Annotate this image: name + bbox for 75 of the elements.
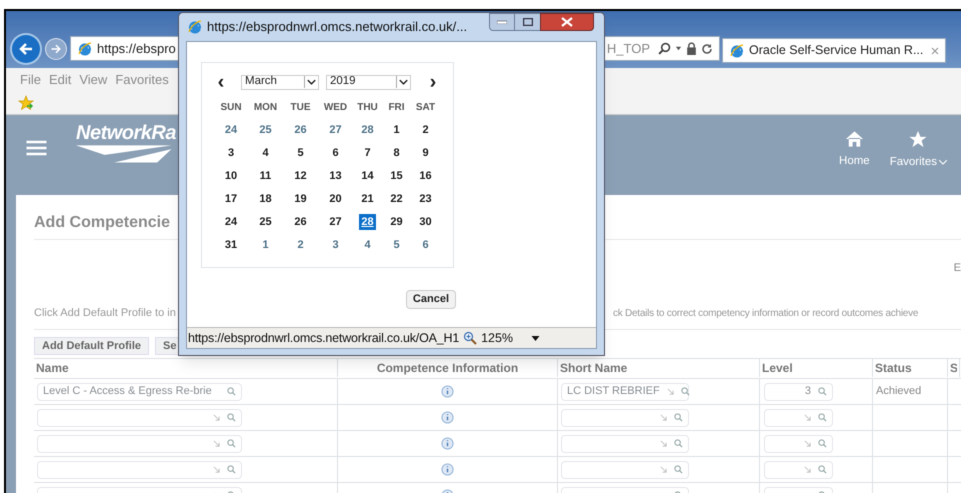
calendar-day[interactable]: 24 bbox=[222, 122, 240, 138]
column-header: Level bbox=[762, 360, 793, 377]
calendar-day[interactable]: 1 bbox=[260, 236, 271, 252]
toolbar-button[interactable]: Add Default Profile bbox=[34, 337, 150, 355]
instruction-text: ck Details to correct competency information or record outcomes achieve bbox=[613, 307, 918, 321]
url-text: https://ebspro bbox=[97, 40, 176, 58]
window-title: https://ebsprodnwrl.omcs.networkrail.co.uk/... bbox=[207, 18, 468, 36]
calendar-day[interactable]: 5 bbox=[295, 144, 306, 160]
calendar-day[interactable]: 25 bbox=[257, 214, 274, 230]
page-title: Add Competencie bbox=[34, 213, 170, 233]
calendar-day[interactable]: 26 bbox=[292, 122, 309, 138]
calendar-day[interactable]: 17 bbox=[222, 190, 240, 206]
url-text: H_TOP bbox=[606, 40, 650, 58]
calendar-day[interactable]: 14 bbox=[359, 168, 376, 184]
calendar-day[interactable]: 31 bbox=[222, 236, 240, 252]
calendar-day[interactable]: 3 bbox=[226, 144, 236, 160]
calendar-day[interactable]: 6 bbox=[330, 144, 341, 160]
calendar-day[interactable]: 19 bbox=[292, 190, 309, 206]
calendar-day[interactable]: 13 bbox=[327, 168, 344, 184]
calendar-day[interactable]: 2 bbox=[420, 122, 431, 138]
status-url: https://ebsprodnwrl.omcs.networkrail.co.uk/OA_H1 bbox=[188, 330, 460, 347]
column-header: Name bbox=[36, 360, 69, 377]
field-value: 3 bbox=[804, 384, 811, 400]
calendar-day[interactable]: 24 bbox=[222, 214, 240, 230]
calendar-day[interactable]: 26 bbox=[292, 214, 309, 230]
calendar-day[interactable]: 11 bbox=[258, 168, 274, 184]
calendar-day[interactable]: 6 bbox=[420, 236, 431, 252]
logo-text: NetworkRa bbox=[76, 123, 177, 143]
calendar-day[interactable]: 4 bbox=[260, 144, 271, 160]
year-select[interactable]: 2019 bbox=[326, 74, 411, 90]
calendar-day[interactable]: 27 bbox=[327, 122, 344, 138]
next-month-button[interactable]: › bbox=[426, 72, 440, 92]
calendar-day[interactable]: 28 bbox=[359, 122, 376, 138]
weekday-label: TUE bbox=[290, 100, 310, 114]
page-text: E bbox=[954, 260, 961, 276]
calendar-day[interactable]: 5 bbox=[391, 236, 402, 252]
cancel-button[interactable]: Cancel bbox=[406, 290, 456, 309]
calendar-day[interactable]: 7 bbox=[362, 144, 373, 160]
calendar-day[interactable]: 23 bbox=[417, 190, 434, 206]
calendar-day[interactable]: 22 bbox=[388, 190, 405, 206]
calendar-day[interactable]: 1 bbox=[391, 122, 402, 138]
previous-month-button[interactable]: ‹ bbox=[214, 72, 228, 92]
calendar-day[interactable]: 3 bbox=[330, 236, 341, 252]
browser-tab[interactable]: Oracle Self-Service Human R... bbox=[722, 38, 946, 63]
calendar-day[interactable]: 29 bbox=[388, 214, 405, 230]
weekday-label: WED bbox=[324, 100, 348, 114]
instruction-text: Click Add Default Profile to in bbox=[34, 306, 177, 320]
column-header: Status bbox=[875, 360, 912, 377]
calendar-day[interactable]: 10 bbox=[222, 168, 240, 184]
calendar-day[interactable]: 4 bbox=[362, 236, 373, 252]
calendar-day[interactable]: 28 bbox=[359, 214, 376, 230]
weekday-label: THU bbox=[357, 100, 378, 114]
weekday-label: SUN bbox=[220, 100, 242, 114]
weekday-label: MON bbox=[254, 100, 278, 114]
calendar-day[interactable]: 18 bbox=[257, 190, 274, 206]
month-select[interactable]: March bbox=[241, 74, 319, 90]
status-text: Achieved bbox=[876, 384, 922, 400]
calendar-day[interactable]: 25 bbox=[257, 122, 274, 138]
calendar-day[interactable]: 15 bbox=[388, 168, 405, 184]
calendar-day[interactable]: 21 bbox=[359, 190, 376, 206]
weekday-label: SAT bbox=[416, 100, 436, 114]
column-header: Short Name bbox=[560, 360, 628, 377]
calendar-day[interactable]: 2 bbox=[295, 236, 306, 252]
weekday-label: FRI bbox=[388, 100, 405, 114]
calendar-day[interactable]: 27 bbox=[327, 214, 344, 230]
calendar-day[interactable]: 8 bbox=[391, 144, 402, 160]
calendar-day[interactable]: 9 bbox=[420, 144, 431, 160]
field-value: LC DIST REBRIEF bbox=[567, 384, 660, 400]
calendar-day[interactable]: 20 bbox=[327, 190, 344, 206]
calendar-day[interactable]: 16 bbox=[417, 168, 434, 184]
zoom-level: 125% bbox=[481, 330, 514, 347]
column-header: Competence Information bbox=[376, 360, 518, 377]
calendar-day[interactable]: 12 bbox=[292, 168, 309, 184]
field-value: Level C - Access & Egress Re-brie bbox=[43, 384, 213, 400]
calendar-day[interactable]: 30 bbox=[417, 214, 434, 230]
